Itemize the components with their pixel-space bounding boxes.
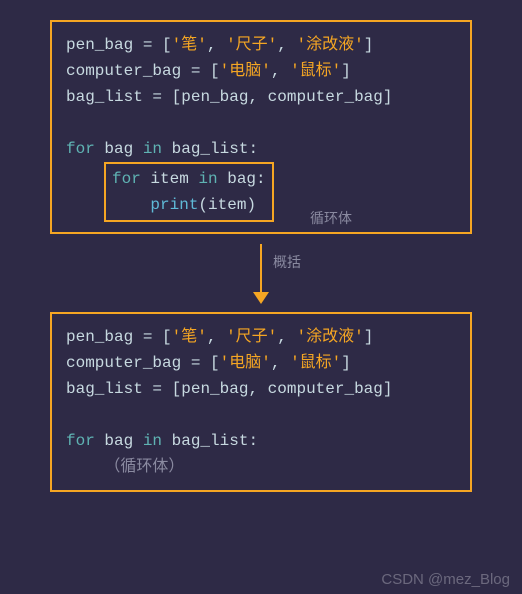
code-line: computer_bag = ['电脑', '鼠标']	[66, 350, 456, 376]
code-line: for item in bag:	[112, 166, 266, 192]
arrow-line-icon	[260, 244, 262, 292]
inner-loop-label: 循环体	[310, 208, 352, 228]
arrow-label: 概括	[273, 252, 301, 272]
code-line: computer_bag = ['电脑', '鼠标']	[66, 58, 456, 84]
arrow: 概括	[0, 234, 522, 312]
code-box-top: pen_bag = ['笔', '尺子', '涂改液'] computer_ba…	[50, 20, 472, 234]
code-line: bag_list = [pen_bag, computer_bag]	[66, 376, 456, 402]
code-line: bag_list = [pen_bag, computer_bag]	[66, 84, 456, 110]
code-line: pen_bag = ['笔', '尺子', '涂改液']	[66, 324, 456, 350]
code-line: （循环体）	[66, 454, 456, 480]
code-box-bottom: pen_bag = ['笔', '尺子', '涂改液'] computer_ba…	[50, 312, 472, 492]
code-line: print(item)	[112, 192, 266, 218]
code-line: for bag in bag_list:	[66, 136, 456, 162]
arrow-head-icon	[253, 292, 269, 304]
variable: pen_bag	[66, 36, 133, 54]
inner-loop-box: for item in bag: print(item)	[104, 162, 274, 222]
blank-line	[66, 110, 456, 136]
code-line: for bag in bag_list:	[66, 428, 456, 454]
code-line: pen_bag = ['笔', '尺子', '涂改液']	[66, 32, 456, 58]
blank-line	[66, 402, 456, 428]
placeholder-comment: （循环体）	[104, 458, 184, 476]
